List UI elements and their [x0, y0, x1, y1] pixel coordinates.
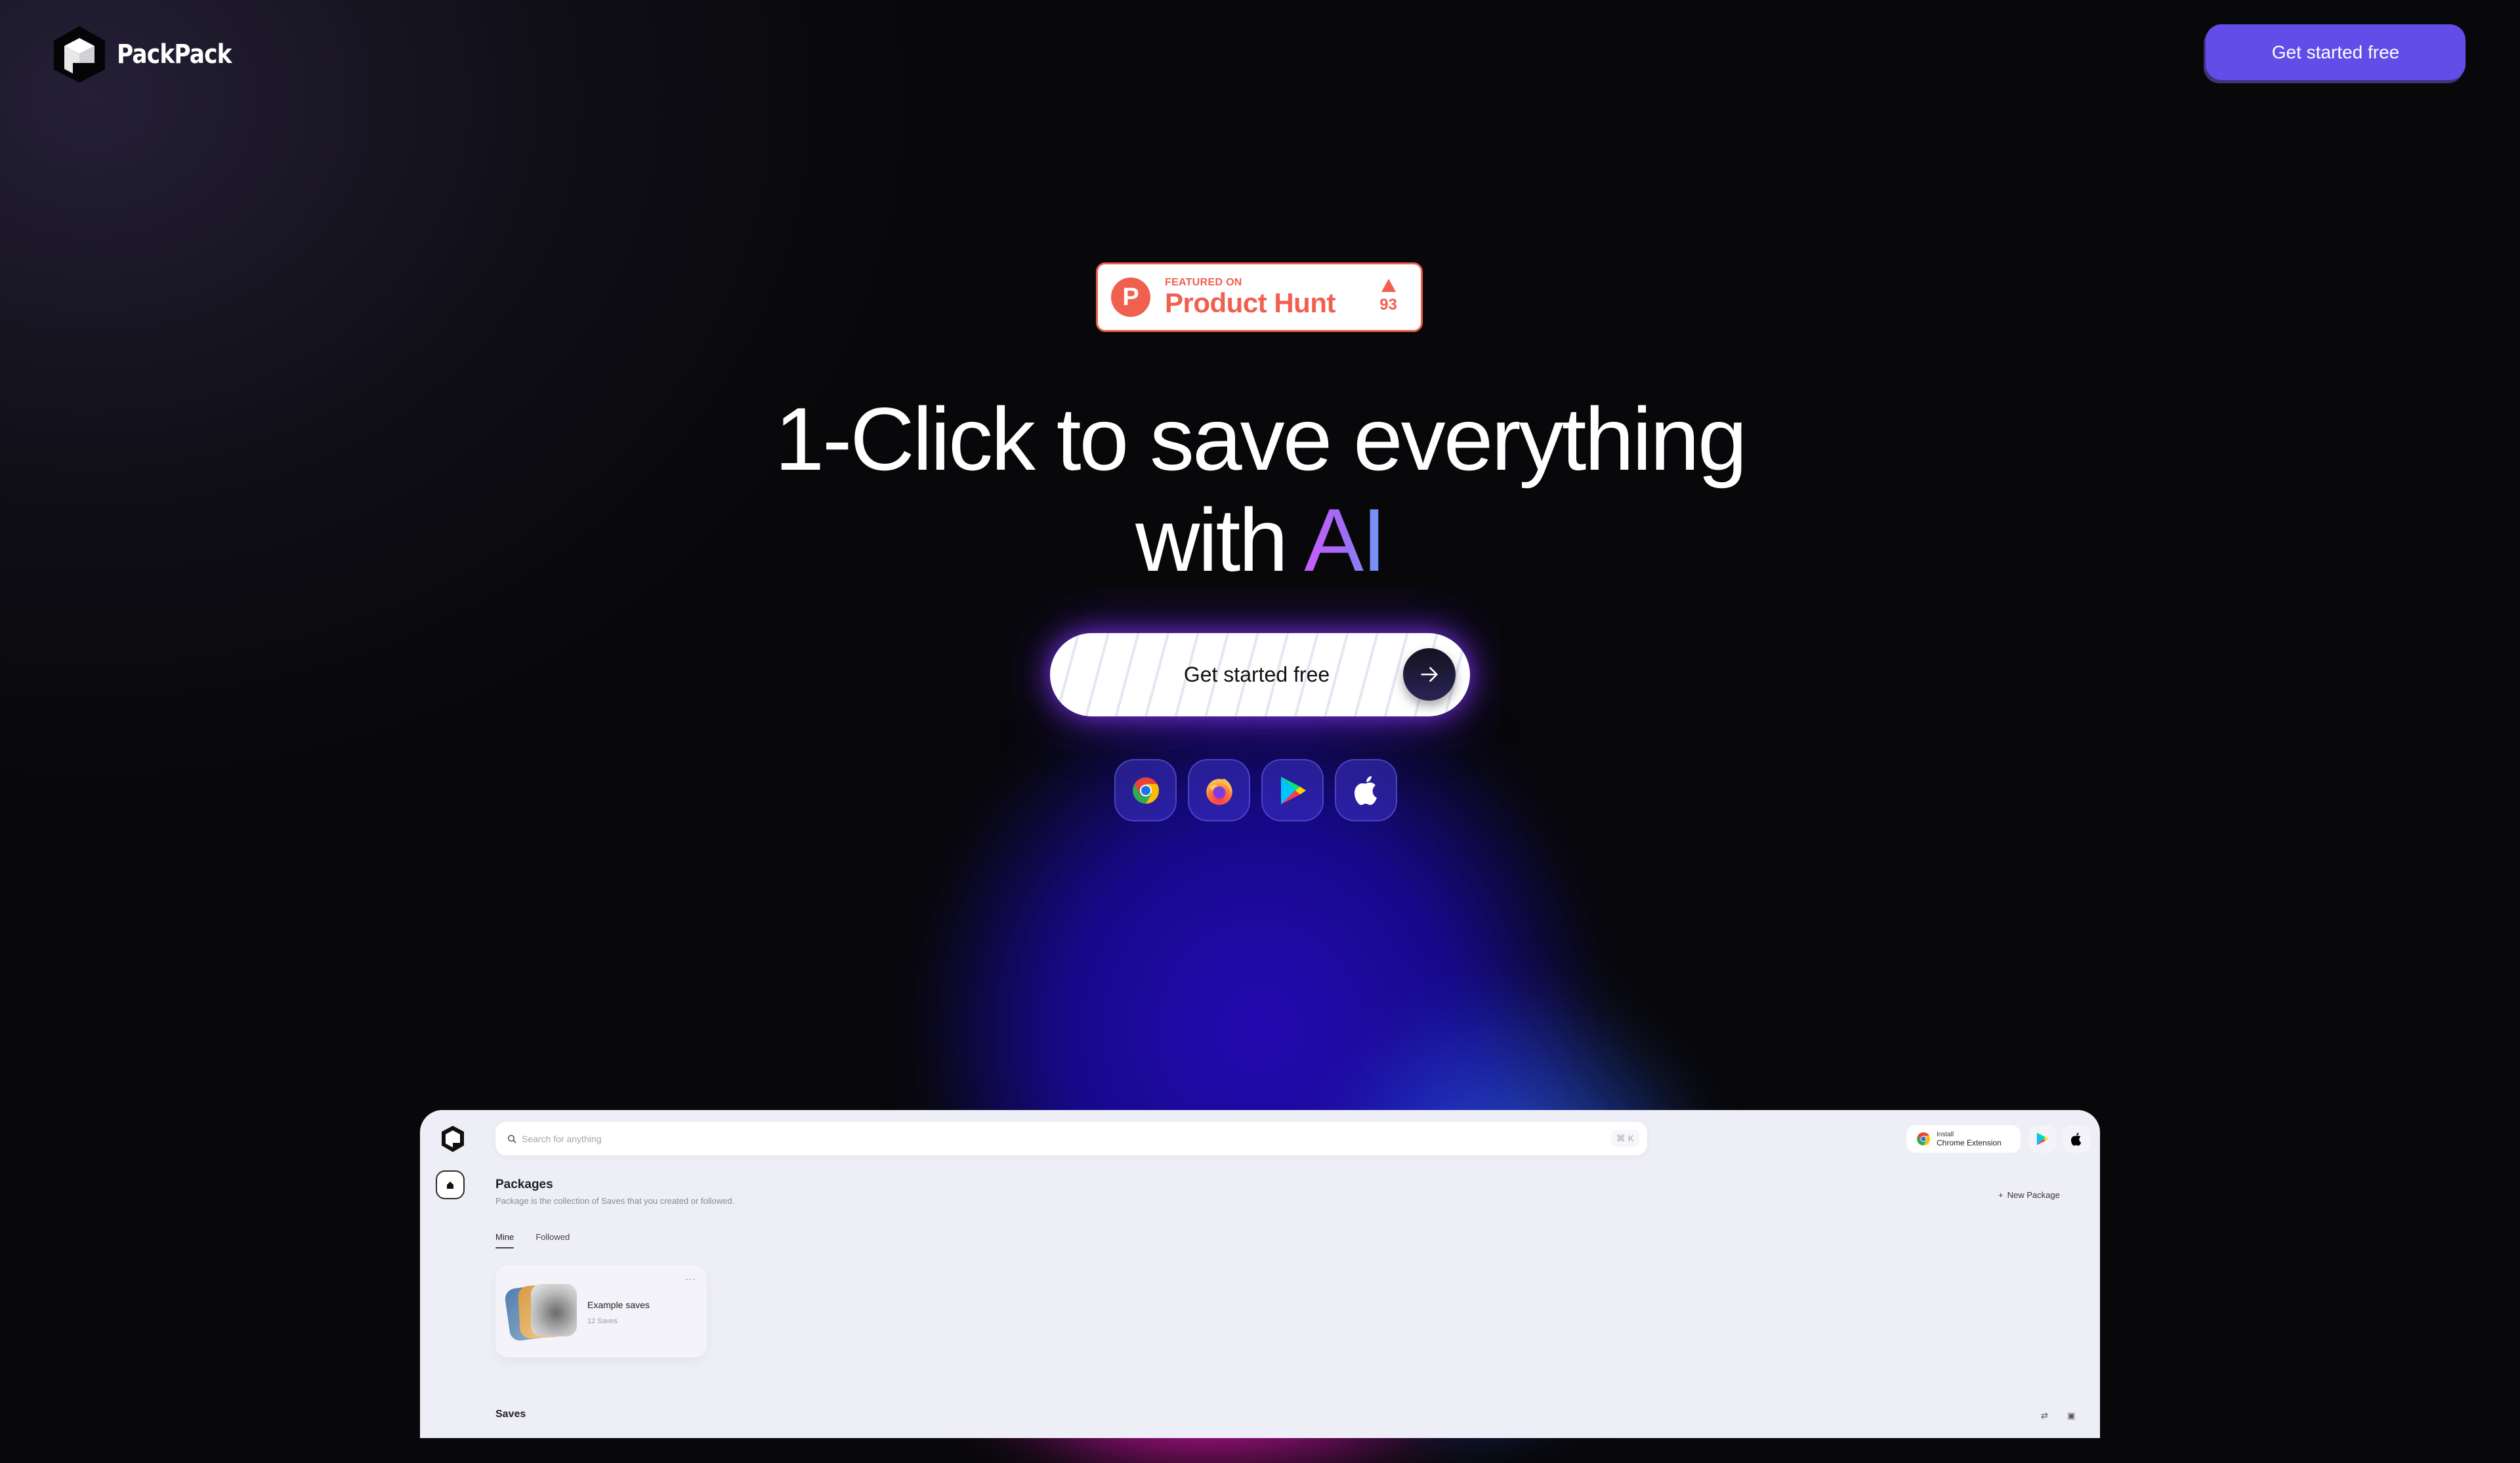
ph-name: Product Hunt	[1165, 287, 1335, 318]
package-title: Example saves	[587, 1300, 650, 1310]
nav-get-started-button[interactable]: Get started free	[2206, 24, 2466, 80]
apple-icon	[2070, 1132, 2082, 1145]
platform-download-list	[1114, 759, 1397, 821]
sort-icon[interactable]: ⇄	[2041, 1411, 2048, 1421]
hero-cta-label: Get started free	[1183, 663, 1330, 686]
sidebar-home-button[interactable]	[436, 1170, 465, 1199]
firefox-download-button[interactable]	[1188, 759, 1250, 821]
firefox-icon	[1206, 777, 1232, 805]
app-logo-icon	[442, 1126, 464, 1152]
app-apple-button[interactable]	[2063, 1125, 2090, 1153]
arrow-right-icon[interactable]	[1403, 648, 1456, 701]
search-input[interactable]	[520, 1132, 1507, 1145]
hero-headline: 1-Click to save everything with AI	[0, 388, 2520, 590]
more-options-icon[interactable]: ···	[685, 1273, 696, 1284]
install-chrome-extension-button[interactable]: Install Chrome Extension	[1906, 1125, 2021, 1153]
packages-tabs: Mine Followed	[495, 1232, 570, 1248]
ph-upvote-count: 93	[1379, 296, 1397, 314]
packages-title: Packages	[495, 1178, 553, 1191]
plus-icon: +	[1998, 1190, 2004, 1200]
view-toggle-icon[interactable]: ▣	[2067, 1411, 2075, 1421]
chrome-download-button[interactable]	[1114, 759, 1177, 821]
brand-logo[interactable]: PackPack	[51, 25, 250, 84]
brand-name: PackPack	[117, 39, 232, 70]
home-icon	[447, 1182, 453, 1189]
saves-title: Saves	[495, 1409, 526, 1420]
apple-download-button[interactable]	[1335, 759, 1397, 821]
package-card[interactable]: Example saves 12 Saves ···	[495, 1266, 707, 1357]
thumbnail-image	[531, 1284, 577, 1336]
search-shortcut-hint: ⌘ K	[1610, 1130, 1639, 1147]
new-package-label: New Package	[2007, 1190, 2060, 1200]
headline-line-2-prefix: with	[1135, 490, 1288, 590]
upvote-triangle-icon	[1381, 279, 1396, 292]
product-hunt-logo-icon: P	[1111, 278, 1150, 317]
tab-mine[interactable]: Mine	[495, 1232, 514, 1248]
package-save-count: 12 Saves	[587, 1317, 618, 1325]
new-package-button[interactable]: + New Package	[1998, 1190, 2060, 1200]
package-thumbnails	[503, 1283, 579, 1342]
chrome-extension-label: Chrome Extension	[1937, 1138, 2002, 1147]
google-play-download-button[interactable]	[1261, 759, 1324, 821]
app-preview-window: ⌘ K Install Chrome Extension Packages Pa…	[420, 1110, 2100, 1438]
chrome-icon	[1132, 777, 1159, 804]
app-google-play-button[interactable]	[2028, 1125, 2056, 1153]
headline-highlight-ai: AI	[1304, 490, 1386, 590]
hero-get-started-button[interactable]: Get started free	[1050, 633, 1470, 716]
google-play-icon	[2036, 1132, 2049, 1145]
google-play-icon	[1280, 776, 1306, 804]
apple-icon	[1354, 775, 1377, 805]
tab-followed[interactable]: Followed	[536, 1232, 570, 1248]
product-hunt-badge[interactable]: P FEATURED ON Product Hunt 93	[1096, 262, 1423, 332]
search-icon	[507, 1134, 516, 1144]
packages-subtitle: Package is the collection of Saves that …	[495, 1196, 735, 1206]
ph-upvotes: 93	[1379, 279, 1397, 314]
headline-line-1: 1-Click to save everything	[774, 389, 1747, 489]
chrome-icon	[1917, 1132, 1930, 1145]
packpack-logo-icon	[54, 26, 105, 83]
app-search-bar[interactable]: ⌘ K	[495, 1122, 1647, 1155]
